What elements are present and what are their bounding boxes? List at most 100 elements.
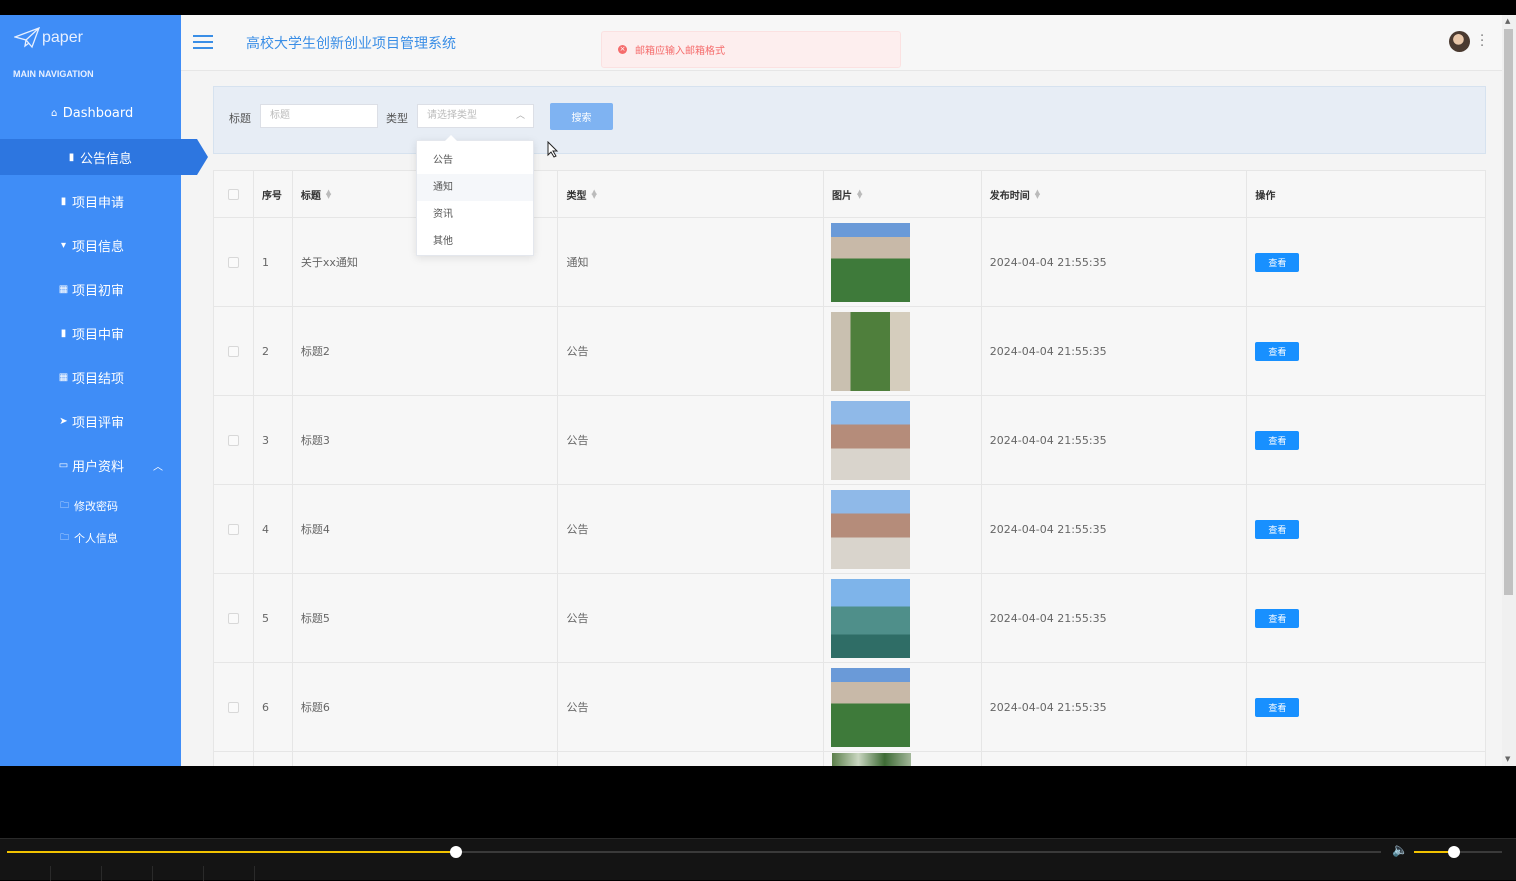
sidebar: paper MAIN NAVIGATION ⌂ Dashboard ▮ 公告信息 ▮… [0, 15, 208, 766]
sidebar-item-user-profile[interactable]: ▭ 用户资料 ︿ [0, 447, 181, 483]
seek-bar[interactable] [7, 846, 1381, 858]
app-window: paper MAIN NAVIGATION ⌂ Dashboard ▮ 公告信息 ▮… [0, 15, 1516, 766]
scrollbar-thumb[interactable] [1504, 29, 1513, 595]
table-row: 4 标题4 公告 2024-04-04 21:55:35 查看 [214, 485, 1485, 574]
column-header-image[interactable]: 图片 ▲ ▼ [824, 171, 982, 217]
search-button[interactable]: 搜索 [550, 103, 613, 130]
bookmark-icon: ▾ [60, 239, 66, 251]
seek-handle[interactable] [450, 846, 463, 858]
grid-icon: ▦ [58, 283, 69, 295]
title-search-input[interactable]: 标题 [260, 104, 378, 128]
row-image [831, 222, 911, 302]
vertical-scrollbar[interactable]: ▲ ▼ [1502, 15, 1516, 766]
sidebar-item-announcements[interactable]: ▮ 公告信息 [0, 139, 208, 175]
sidebar-item-dashboard[interactable]: ⌂ Dashboard [0, 95, 181, 131]
cell-action: 查看 [1247, 396, 1485, 484]
column-header-type[interactable]: 类型 ▲ ▼ [558, 171, 825, 217]
table-row: 1 关于xx通知 通知 2024-04-04 21:55:35 查看 [214, 218, 1485, 307]
cell-time: 2024-04-04 21:55:35 [982, 485, 1248, 573]
cell-action: 查看 [1247, 663, 1485, 751]
type-option[interactable]: 通知 [417, 174, 533, 201]
row-checkbox[interactable] [227, 434, 239, 446]
row-checkbox[interactable] [227, 256, 239, 268]
cell-time: 2024-04-04 21:55:35 [982, 307, 1248, 395]
cell-title: 标题3 [293, 396, 559, 484]
chevron-up-icon: ︿ [153, 461, 163, 473]
type-option[interactable]: 其他 [417, 228, 533, 255]
sidebar-item-project-info[interactable]: ▾ 项目信息 [0, 227, 181, 263]
cell-type: 公告 [558, 663, 825, 751]
row-checkbox[interactable] [227, 612, 239, 624]
cell-action: 查看 [1247, 574, 1485, 662]
volume-handle[interactable] [1447, 846, 1460, 858]
type-dropdown: 公告 通知 资讯 其他 [416, 135, 534, 256]
row-checkbox[interactable] [227, 523, 239, 535]
row-image [831, 489, 911, 569]
view-button[interactable]: 查看 [1255, 608, 1300, 628]
mouse-cursor-icon [547, 141, 559, 158]
search-panel: 标题 标题 类型 请选择类型 ︿ 搜索 [213, 86, 1486, 154]
cell-image [824, 307, 982, 395]
cell-type: 公告 [558, 574, 825, 662]
cell-no: 2 [254, 307, 293, 395]
sidebar-subitem-personal-info[interactable]: 🗀 个人信息 [60, 530, 118, 546]
view-button[interactable]: 查看 [1255, 252, 1300, 272]
menu-toggle-button[interactable] [193, 35, 213, 49]
logo[interactable]: paper [14, 27, 83, 49]
sort-icon[interactable]: ▲ ▼ [857, 189, 862, 200]
sort-icon[interactable]: ▲ ▼ [591, 189, 596, 200]
table-body: 1 关于xx通知 通知 2024-04-04 21:55:35 查看 2 标题2 公告 2024… [214, 218, 1485, 752]
cell-image [824, 218, 982, 306]
view-button[interactable]: 查看 [1255, 430, 1300, 450]
cell-time: 2024-04-04 21:55:35 [982, 663, 1248, 751]
system-title: 高校大学生创新创业项目管理系统 [246, 36, 456, 52]
scroll-up-icon[interactable]: ▲ [1505, 17, 1510, 25]
volume-icon[interactable]: 🔈 [1392, 843, 1408, 858]
cell-action: 查看 [1247, 307, 1485, 395]
table-row: 3 标题3 公告 2024-04-04 21:55:35 查看 [214, 396, 1485, 485]
cell-type: 公告 [558, 396, 825, 484]
window-icon: ▭ [58, 459, 69, 471]
send-icon: ➤ [59, 415, 68, 427]
select-all-checkbox[interactable] [227, 188, 239, 200]
cell-time: 2024-04-04 21:55:35 [982, 574, 1248, 662]
sidebar-item-project-close[interactable]: ▦ 项目结项 [0, 359, 181, 395]
sidebar-item-mid-review[interactable]: ▮ 项目中审 [0, 315, 181, 351]
type-select[interactable]: 请选择类型 ︿ [417, 104, 534, 128]
logo-text: paper [42, 29, 83, 46]
type-option[interactable]: 公告 [417, 147, 533, 174]
cell-action: 查看 [1247, 218, 1485, 306]
row-checkbox[interactable] [227, 345, 239, 357]
column-header-time[interactable]: 发布时间 ▲ ▼ [982, 171, 1248, 217]
type-option[interactable]: 资讯 [417, 201, 533, 228]
cell-image [824, 485, 982, 573]
error-icon: × [618, 45, 627, 54]
cell-type: 公告 [558, 485, 825, 573]
scroll-down-icon[interactable]: ▼ [1505, 755, 1510, 763]
table-row: 2 标题2 公告 2024-04-04 21:55:35 查看 [214, 307, 1485, 396]
cell-no: 4 [254, 485, 293, 573]
row-image [831, 400, 911, 480]
sidebar-item-project-apply[interactable]: ▮ 项目申请 [0, 183, 181, 219]
sidebar-subitem-change-password[interactable]: 🗀 修改密码 [60, 498, 118, 514]
table-header-row: 序号 标题 ▲ ▼ 类型 ▲ ▼ 图片 ▲ ▼ 发布时间 ▲ ▼ 操作 [214, 171, 1485, 218]
row-checkbox[interactable] [227, 701, 239, 713]
sort-icon[interactable]: ▲ ▼ [1035, 189, 1040, 200]
avatar[interactable] [1449, 31, 1470, 52]
cell-type: 通知 [558, 218, 825, 306]
sort-icon[interactable]: ▲ ▼ [326, 189, 331, 200]
volume-slider[interactable] [1414, 846, 1502, 858]
title-label: 标题 [229, 112, 251, 125]
table-row-partial [214, 752, 1485, 766]
cell-no: 1 [254, 218, 293, 306]
view-button[interactable]: 查看 [1255, 519, 1300, 539]
sidebar-item-project-evaluation[interactable]: ➤ 项目评审 [0, 403, 181, 439]
sidebar-item-initial-review[interactable]: ▦ 项目初审 [0, 271, 181, 307]
more-vertical-icon[interactable]: · · · [1480, 30, 1484, 53]
view-button[interactable]: 查看 [1255, 341, 1300, 361]
view-button[interactable]: 查看 [1255, 697, 1300, 717]
cell-time: 2024-04-04 21:55:35 [982, 396, 1248, 484]
error-toast: × 邮箱应输入邮箱格式 [601, 31, 901, 68]
table-row: 5 标题5 公告 2024-04-04 21:55:35 查看 [214, 574, 1485, 663]
cell-no: 3 [254, 396, 293, 484]
